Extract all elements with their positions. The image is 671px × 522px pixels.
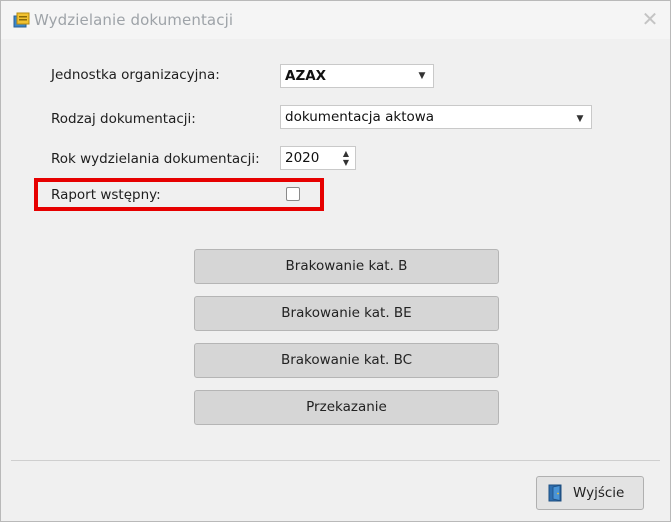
exit-door-icon [548,484,562,502]
brakowanie-be-button[interactable]: Brakowanie kat. BE [194,296,499,331]
title-bar: Wydzielanie dokumentacji ✕ [1,1,670,39]
type-label: Rodzaj dokumentacji: [51,111,196,127]
unit-label: Jednostka organizacyjna: [51,67,220,83]
preliminary-label: Raport wstępny: [51,187,161,203]
dialog-window: Wydzielanie dokumentacji ✕ Jednostka org… [0,0,671,522]
close-icon[interactable]: ✕ [638,7,662,31]
type-combobox[interactable]: dokumentacja aktowa ▼ [280,105,592,129]
chevron-down-icon[interactable]: ▼ [569,108,591,130]
brakowanie-b-button[interactable]: Brakowanie kat. B [194,249,499,284]
unit-value: AZAX [285,68,327,84]
footer-separator [11,460,660,461]
chevron-down-icon[interactable]: ▼ [411,65,433,87]
przekazanie-button[interactable]: Przekazanie [194,390,499,425]
brakowanie-bc-button[interactable]: Brakowanie kat. BC [194,343,499,378]
app-icon [13,12,30,28]
preliminary-checkbox[interactable] [286,187,300,201]
exit-label: Wyjście [573,485,625,501]
year-spinner[interactable]: 2020 ▲ ▼ [280,146,356,170]
unit-combobox[interactable]: AZAX ▼ [280,64,434,88]
exit-button[interactable]: Wyjście [536,476,644,510]
spin-arrows-icon[interactable]: ▲ ▼ [339,149,353,167]
window-title: Wydzielanie dokumentacji [34,11,234,29]
year-value[interactable]: 2020 [285,150,319,166]
year-label: Rok wydzielania dokumentacji: [51,151,260,167]
type-value: dokumentacja aktowa [285,109,435,125]
